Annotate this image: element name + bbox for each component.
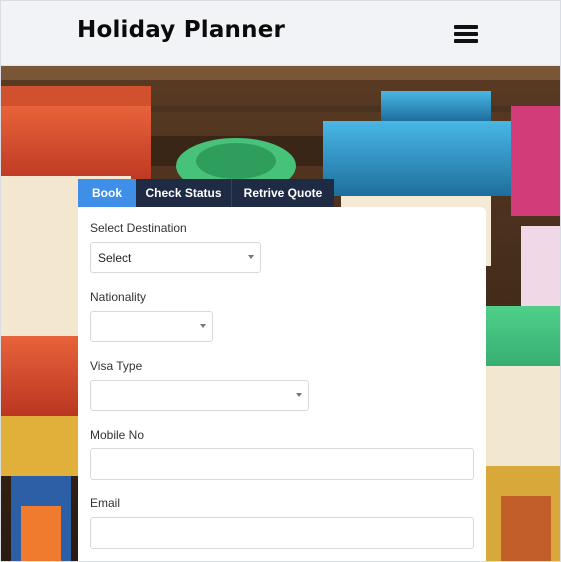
- email-label: Email: [90, 496, 121, 510]
- booking-form-panel: Select Destination Select Nationality Vi…: [78, 207, 486, 561]
- nationality-select[interactable]: [90, 311, 213, 342]
- destination-selected-value: Select: [98, 251, 132, 265]
- tab-retrive-quote[interactable]: Retrive Quote: [232, 179, 334, 207]
- tab-check-status[interactable]: Check Status: [136, 179, 232, 207]
- site-logo-title[interactable]: Holiday Planner: [77, 17, 285, 43]
- nationality-label: Nationality: [90, 290, 147, 304]
- destination-select[interactable]: Select: [90, 242, 261, 273]
- tab-book[interactable]: Book: [78, 179, 136, 207]
- top-header: Holiday Planner: [1, 1, 560, 66]
- app-frame: Holiday Planner Book Check Status Retriv…: [0, 0, 561, 562]
- booking-tabs: Book Check Status Retrive Quote: [78, 179, 334, 207]
- hamburger-menu-icon[interactable]: [454, 23, 478, 45]
- destination-label: Select Destination: [90, 221, 187, 235]
- chevron-down-icon: [296, 393, 302, 397]
- visa-type-label: Visa Type: [90, 359, 143, 373]
- mobile-label: Mobile No: [90, 428, 145, 442]
- chevron-down-icon: [248, 255, 254, 259]
- chevron-down-icon: [200, 324, 206, 328]
- visa-type-select[interactable]: [90, 380, 309, 411]
- mobile-no-input[interactable]: [90, 448, 474, 480]
- email-input[interactable]: [90, 517, 474, 549]
